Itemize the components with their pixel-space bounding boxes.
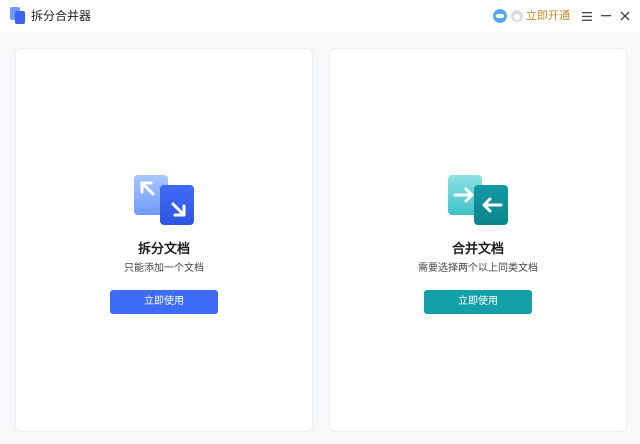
split-use-now-button[interactable]: 立即使用 [110,290,218,314]
merge-use-now-button[interactable]: 立即使用 [424,290,532,314]
minimize-icon[interactable] [598,8,614,24]
menu-icon[interactable] [579,8,595,24]
split-document-card[interactable]: 拆分文档 只能添加一个文档 立即使用 [15,48,313,432]
title-bar: 拆分合并器 立即开通 [0,0,640,32]
merge-document-card[interactable]: 合并文档 需要选择两个以上同类文档 立即使用 [329,48,627,432]
vip-avatar-icon[interactable] [493,9,507,23]
app-logo-icon [10,7,25,24]
merge-document-icon [448,175,508,225]
app-title: 拆分合并器 [31,9,92,23]
merge-card-description: 需要选择两个以上同类文档 [418,263,538,274]
split-document-icon [134,175,194,225]
merge-card-title: 合并文档 [451,241,504,256]
split-card-description: 只能添加一个文档 [124,263,204,274]
coin-icon [511,10,523,22]
vip-activate-link[interactable]: 立即开通 [526,9,570,23]
close-icon[interactable] [617,8,633,24]
split-card-title: 拆分文档 [137,241,190,256]
